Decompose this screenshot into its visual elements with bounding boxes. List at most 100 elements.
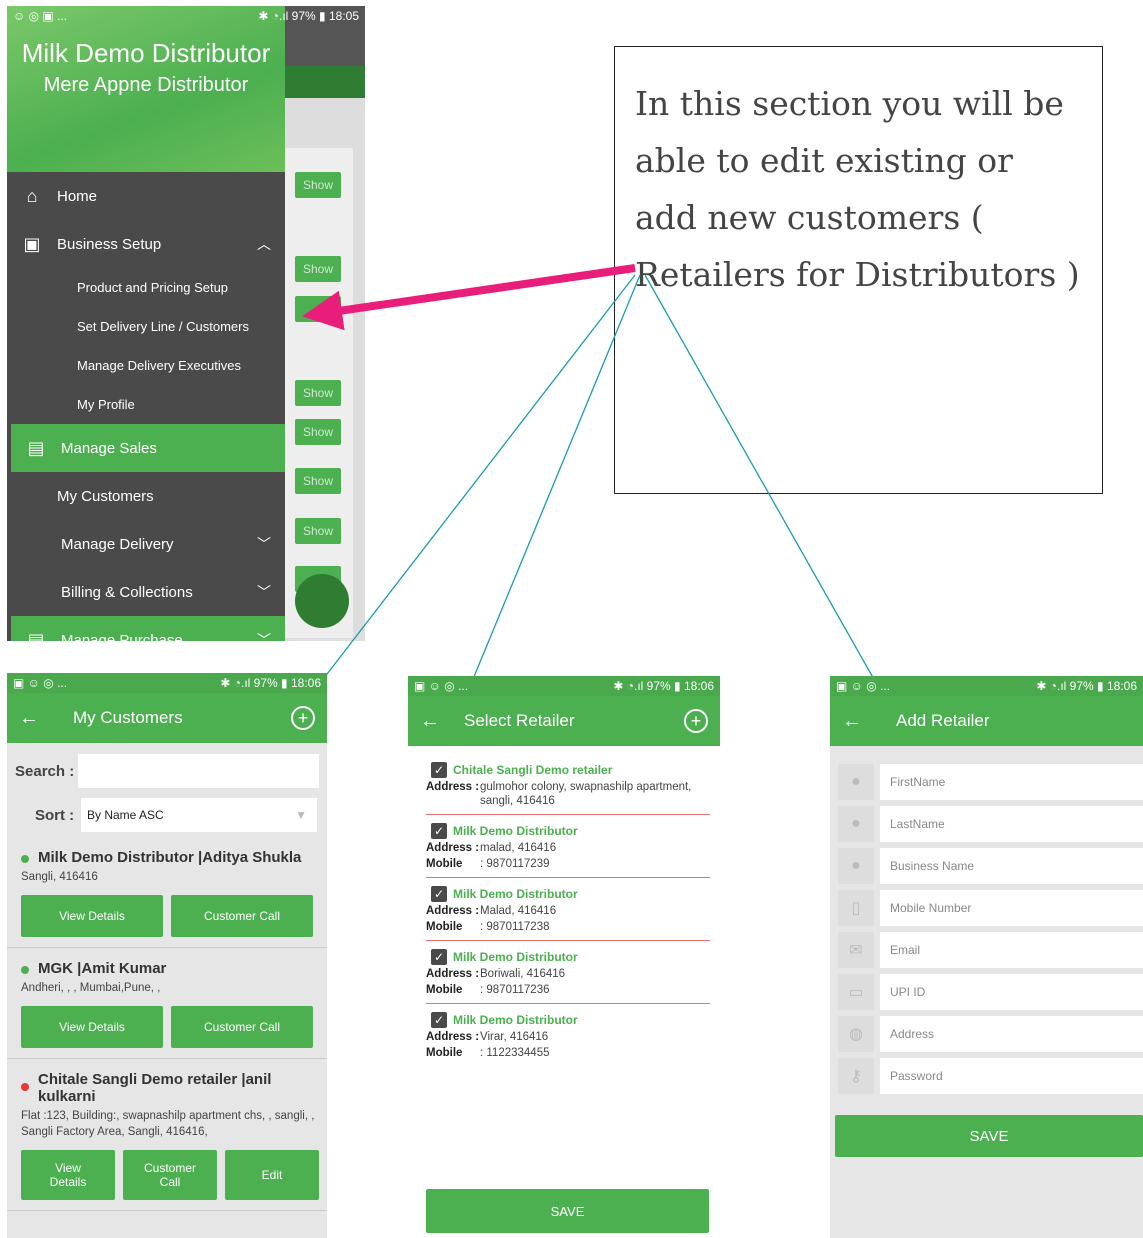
status-icons-left: ▣ ☺ ◎ ... [13,676,68,690]
status-icons-right: ✱ ◔.ıl 97% ▮ 18:06 [613,679,714,693]
retailer-item[interactable]: ✓ Chitale Sangli Demo retailer Address :g… [426,754,710,815]
mobile-number-field[interactable]: Mobile Number [880,890,1143,926]
customer-address: Andheri, , , Mumbai,Pune, , [21,982,161,994]
status-icons-right: ✱ ◔.ıl 97% ▮ 18:06 [220,676,321,690]
search-label: Search : [15,762,75,780]
arrow-to-select-retailer [445,274,641,745]
firstname-field[interactable]: FirstName [880,764,1143,800]
address-label: Address : [426,781,480,793]
password-field[interactable]: Password [880,1058,1143,1094]
app-bar: ← Select Retailer + [408,696,720,746]
address-label: Address : [426,842,480,854]
checkbox-checked-icon[interactable]: ✓ [431,886,447,902]
customer-card: Milk Demo Distributor |Aditya Shukla San… [7,837,327,948]
screen-title: Add Retailer [896,711,990,730]
screen-title: Select Retailer [464,711,575,730]
mobile-label: Mobile [426,1047,463,1059]
retailer-name: Milk Demo Distributor [453,950,578,964]
retailer-item[interactable]: ✓ Milk Demo Distributor Address : Boriwali… [426,941,710,1004]
retailer-address: malad, 416416 [480,842,557,854]
checkbox-checked-icon[interactable]: ✓ [431,823,447,839]
customer-address: Flat :123, Building:, swapnashilp apartm… [21,1110,315,1138]
add-customer-icon[interactable]: + [291,706,315,730]
person-icon: ● [838,848,874,884]
upi-id-field[interactable]: UPI ID [880,974,1143,1010]
add-retailer-screenshot: ▣ ☺ ◎ ... ✱ ◔.ıl 97% ▮ 18:06 ← Add Retai… [830,676,1143,1238]
back-arrow-icon[interactable]: ← [420,710,460,733]
status-dot [21,966,29,974]
lastname-field[interactable]: LastName [880,806,1143,842]
arrow-to-add-retailer [644,274,882,693]
lastname-row: ● LastName [838,806,1143,842]
envelope-icon: ✉ [838,932,874,968]
checkbox-checked-icon[interactable]: ✓ [431,762,447,778]
status-bar: ▣ ☺ ◎ ... ✱ ◔.ıl 97% ▮ 18:06 [830,676,1143,696]
retailer-item[interactable]: ✓ Milk Demo Distributor Address : Malad, 4… [426,878,710,941]
address-label: Address : [426,905,480,917]
key-icon: ⚷ [838,1058,874,1094]
address-label: Address : [426,1031,480,1043]
retailer-item[interactable]: ✓ Milk Demo Distributor Address : malad, 4… [426,815,710,878]
view-details-button[interactable]: View Details [21,895,163,937]
sort-label: Sort : [35,806,75,824]
upi-row: ▭ UPI ID [838,974,1143,1010]
search-row: Search : [15,751,319,791]
customer-call-button[interactable]: Customer Call [123,1150,217,1200]
save-button[interactable]: SAVE [835,1115,1143,1157]
back-arrow-icon[interactable]: ← [842,710,882,733]
status-icons-left: ▣ ☺ ◎ ... [414,679,469,693]
person-icon: ● [838,806,874,842]
retailer-address: Malad, 416416 [480,905,557,917]
screen-title: My Customers [73,708,183,727]
customer-address: Sangli, 416416 [21,871,98,883]
back-arrow-icon[interactable]: ← [19,707,59,730]
pink-arrow [302,264,636,331]
mobile-row: ▯ Mobile Number [838,890,1143,926]
checkbox-checked-icon[interactable]: ✓ [431,949,447,965]
search-input[interactable] [78,754,319,788]
retailer-name: Chitale Sangli Demo retailer [453,763,613,777]
status-bar: ▣ ☺ ◎ ... ✱ ◔.ıl 97% ▮ 18:06 [408,676,720,696]
status-icons-right: ✱ ◔.ıl 97% ▮ 18:06 [1036,679,1137,693]
address-field[interactable]: Address [880,1016,1143,1052]
status-dot [21,855,29,863]
mobile-label: Mobile [426,921,463,933]
view-details-button[interactable]: View Details [21,1006,163,1048]
view-details-button[interactable]: View Details [21,1150,115,1200]
business-name-row: ● Business Name [838,848,1143,884]
customer-call-button[interactable]: Customer Call [171,1006,313,1048]
retailer-address: gulmohor colony, swapnashilp apartment, … [480,781,692,807]
checkbox-checked-icon[interactable]: ✓ [431,1012,447,1028]
edit-button[interactable]: Edit [225,1150,319,1200]
retailer-name: Milk Demo Distributor [453,887,578,901]
status-icons-left: ▣ ☺ ◎ ... [836,679,891,693]
dropdown-arrow-icon: ▼ [295,808,307,822]
arrow-to-add-customer [305,274,636,703]
mobile-label: Mobile [426,984,463,996]
email-row: ✉ Email [838,932,1143,968]
business-name-field[interactable]: Business Name [880,848,1143,884]
address-row: ◍ Address [838,1016,1143,1052]
retailer-name: Milk Demo Distributor [453,1013,578,1027]
customer-call-button[interactable]: Customer Call [171,895,313,937]
add-retailer-icon[interactable]: + [684,709,708,733]
sort-select[interactable]: By Name ASC ▼ [81,798,317,832]
customer-name: Milk Demo Distributor |Aditya Shukla [38,849,302,866]
sort-value: By Name ASC [87,808,164,822]
retailer-mobile: : 9870117236 [480,984,550,996]
retailer-mobile: : 9870117239 [480,858,550,870]
save-button[interactable]: SAVE [426,1189,709,1233]
app-bar: ← My Customers + [7,693,327,743]
retailer-address: Virar, 416416 [480,1031,549,1043]
phone-icon: ▯ [838,890,874,926]
retailer-item[interactable]: ✓ Milk Demo Distributor Address : Virar, 4… [426,1004,710,1066]
card-icon: ▭ [838,974,874,1010]
customer-name: MGK |Amit Kumar [38,960,167,977]
customer-card: MGK |Amit Kumar Andheri, , , Mumbai,Pune… [7,948,327,1059]
status-bar: ▣ ☺ ◎ ... ✱ ◔.ıl 97% ▮ 18:06 [7,673,327,693]
customer-name: Chitale Sangli Demo retailer |anil kulka… [38,1071,272,1105]
retailer-mobile: : 9870117238 [480,921,550,933]
email-field[interactable]: Email [880,932,1143,968]
sort-row: Sort : By Name ASC ▼ [35,797,317,833]
firstname-row: ● FirstName [838,764,1143,800]
